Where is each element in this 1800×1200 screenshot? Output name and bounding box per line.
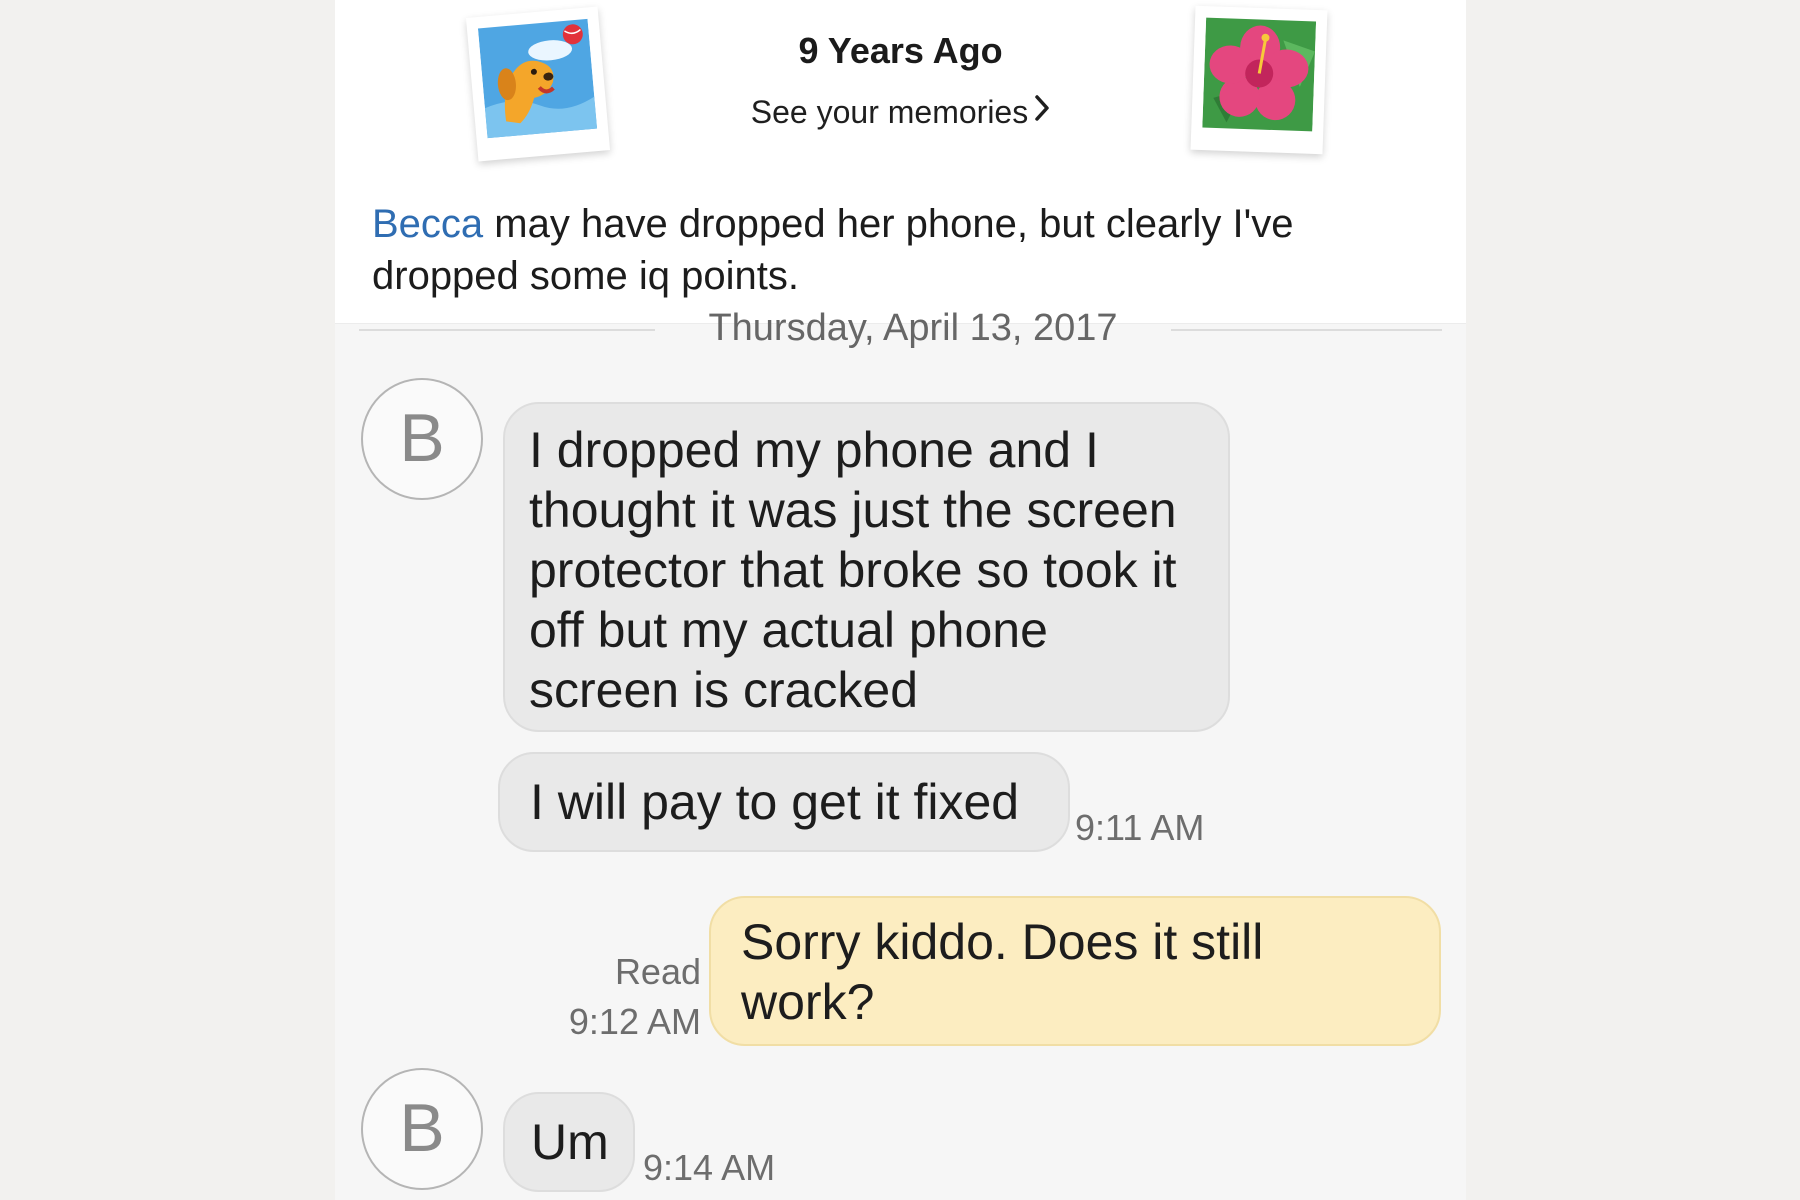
contact-name-link[interactable]: Becca	[372, 202, 483, 246]
divider-line-right	[1171, 329, 1442, 331]
read-receipt: Read	[614, 951, 701, 992]
message-timestamp: 9:11 AM	[1075, 807, 1205, 848]
date-divider: Thursday, April 13, 2017	[359, 305, 1442, 349]
message-text: I will pay to get it fixed	[530, 774, 1020, 830]
incoming-message-bubble[interactable]: Um	[503, 1092, 635, 1192]
message-timestamp: 9:12 AM	[568, 1001, 701, 1042]
hibiscus-polaroid-icon	[1190, 5, 1328, 155]
message-timestamp: 9:14 AM	[643, 1147, 776, 1188]
incoming-message-bubble[interactable]: I will pay to get it fixed	[498, 752, 1070, 852]
divider-line-left	[359, 329, 655, 331]
date-divider-label: Thursday, April 13, 2017	[708, 307, 1118, 349]
message-text: Um	[531, 1114, 609, 1170]
memory-card[interactable]: 9 Years Ago See your memories Becca may	[335, 0, 1466, 324]
incoming-message-bubble[interactable]: I dropped my phone and I thought it was …	[503, 402, 1230, 732]
outgoing-message-bubble[interactable]: Sorry kiddo. Does it still work?	[709, 896, 1441, 1046]
chevron-right-icon	[1034, 93, 1050, 130]
caption-text: may have dropped her phone, but clearly …	[372, 202, 1294, 298]
message-text: I dropped my phone and I thought it was …	[529, 422, 1177, 718]
memory-caption: Becca may have dropped her phone, but cl…	[372, 198, 1432, 302]
message-text: Sorry kiddo. Does it still work?	[741, 914, 1264, 1030]
contact-avatar[interactable]: B	[361, 378, 483, 500]
see-memories-label: See your memories	[750, 94, 1029, 130]
app-screen: 9 Years Ago See your memories Becca may	[335, 0, 1466, 1200]
contact-avatar[interactable]: B	[361, 1068, 483, 1190]
